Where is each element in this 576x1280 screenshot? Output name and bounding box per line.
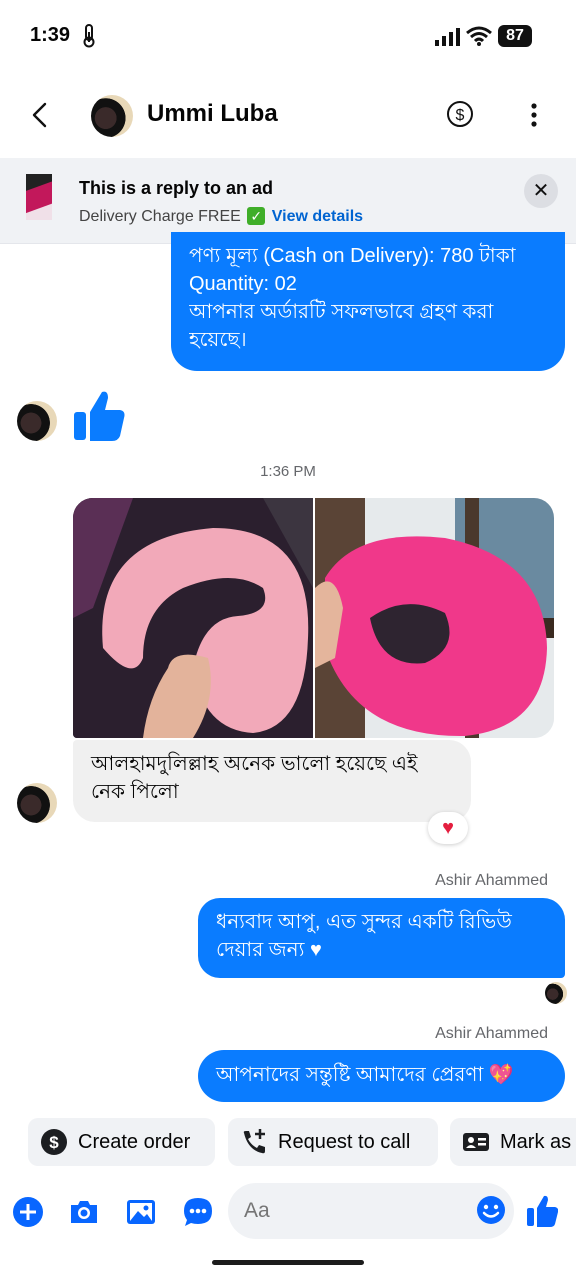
- order-line: পণ্য মূল্য (Cash on Delivery): 780 টাকা: [189, 245, 516, 267]
- ad-banner-title: This is a reply to an ad: [79, 178, 274, 198]
- battery-icon: 87: [498, 25, 532, 47]
- chat-icon[interactable]: [182, 1196, 214, 1228]
- battery-level: 87: [506, 27, 524, 44]
- contact-avatar-small: [17, 401, 57, 441]
- ad-subtitle-text: Delivery Charge FREE: [79, 208, 241, 225]
- check-icon: ✓: [247, 207, 266, 225]
- hot-pink-neck-pillow-photo[interactable]: [315, 498, 554, 738]
- thumbs-up-icon[interactable]: [72, 388, 126, 444]
- status-time: 1:39: [30, 24, 71, 46]
- contact-avatar-small: [17, 783, 57, 823]
- emoji-icon[interactable]: [476, 1195, 506, 1225]
- phone-plus-icon: [243, 1129, 265, 1154]
- heart-reaction[interactable]: ♥: [428, 812, 468, 844]
- ad-banner-subtitle: Delivery Charge FREE ✓ View details: [79, 207, 363, 226]
- sender-name: Ashir Ahammed: [435, 872, 548, 889]
- camera-icon[interactable]: [68, 1196, 100, 1228]
- dollar-icon[interactable]: $: [446, 100, 474, 128]
- thermometer-icon: [83, 24, 95, 48]
- review-photos[interactable]: [73, 498, 554, 738]
- view-details-link[interactable]: View details: [272, 208, 363, 225]
- message-composer: [0, 1180, 576, 1244]
- image-icon[interactable]: [125, 1196, 157, 1228]
- svg-text:$: $: [49, 1133, 59, 1152]
- sender-name: Ashir Ahammed: [435, 1025, 548, 1042]
- message-timestamp: 1:36 PM: [260, 463, 316, 480]
- quick-actions-bar: $ Create order Request to call Mark as: [0, 1118, 576, 1166]
- dollar-circle-icon: $: [41, 1129, 67, 1155]
- satisfaction-message[interactable]: আপনাদের সন্তুষ্টি আমাদের প্রেরণা 💖: [198, 1050, 565, 1102]
- chip-label: Create order: [78, 1130, 191, 1153]
- signal-icon: [435, 28, 460, 46]
- close-banner-button[interactable]: ✕: [524, 174, 558, 208]
- pink-neck-pillow-photo[interactable]: [73, 498, 313, 738]
- status-bar: 1:39 87: [0, 0, 576, 72]
- wifi-icon: [466, 26, 492, 46]
- chip-label: Mark as: [500, 1130, 572, 1153]
- request-call-chip[interactable]: Request to call: [228, 1118, 438, 1166]
- plus-icon[interactable]: [12, 1196, 44, 1228]
- create-order-chip[interactable]: $ Create order: [28, 1118, 215, 1166]
- svg-text:$: $: [456, 107, 465, 124]
- mark-as-chip[interactable]: Mark as: [450, 1118, 576, 1166]
- review-message[interactable]: আলহামদুলিল্লাহ অনেক ভালো হয়েছে এই নেক প…: [73, 740, 471, 822]
- ad-thumbnail: [26, 174, 52, 220]
- seen-avatar: [545, 982, 567, 1004]
- more-icon[interactable]: [524, 102, 544, 128]
- order-line: Quantity: 02: [189, 273, 297, 295]
- contact-name[interactable]: Ummi Luba: [147, 100, 278, 128]
- conversation-header: Ummi Luba $: [0, 72, 576, 158]
- chip-label: Request to call: [278, 1130, 411, 1153]
- message-input-box[interactable]: [228, 1183, 514, 1239]
- order-line: হয়েছে।: [189, 329, 247, 351]
- thank-you-message[interactable]: ধন্যবাদ আপু, এত সুন্দর একটি রিভিউ দেয়ার…: [198, 898, 565, 978]
- back-icon[interactable]: [26, 98, 56, 132]
- message-input[interactable]: [244, 1197, 464, 1225]
- contact-avatar[interactable]: [91, 95, 133, 137]
- order-confirmation-message[interactable]: পণ্য মূল্য (Cash on Delivery): 780 টাকা …: [171, 232, 565, 371]
- order-line: আপনার অর্ডারটি সফলভাবে গ্রহণ করা: [189, 301, 494, 323]
- home-indicator: [212, 1260, 364, 1265]
- like-icon[interactable]: [526, 1194, 558, 1228]
- contact-card-icon: [463, 1133, 489, 1151]
